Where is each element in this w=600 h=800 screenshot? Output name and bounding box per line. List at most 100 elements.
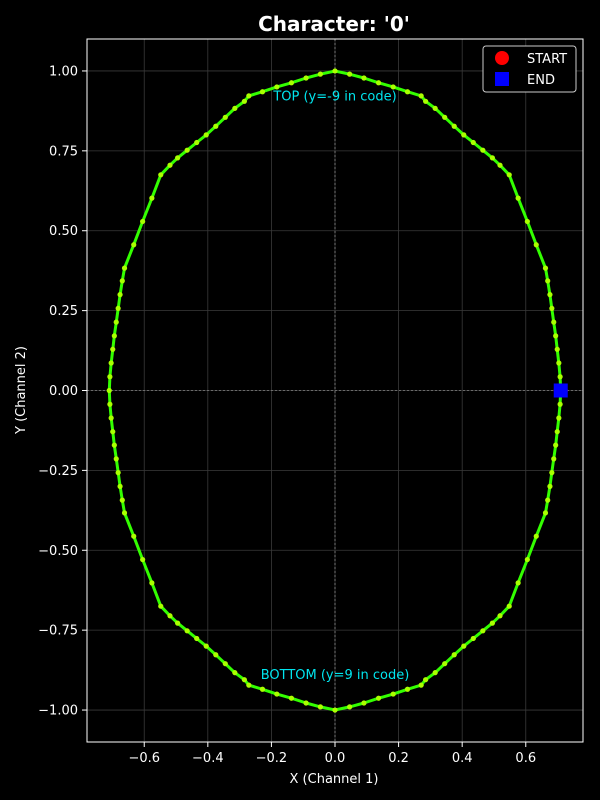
trajectory-point xyxy=(423,677,429,683)
trajectory-point xyxy=(497,162,503,168)
trajectory-point xyxy=(111,333,117,339)
trajectory-point xyxy=(288,695,295,701)
trajectory-point xyxy=(121,510,128,516)
trajectory-point xyxy=(115,305,121,311)
trajectory-point xyxy=(524,556,530,563)
trajectory-point xyxy=(113,456,119,462)
trajectory-point xyxy=(332,707,338,713)
trajectory-point xyxy=(556,415,562,421)
trajectory-point xyxy=(347,704,353,710)
trajectory-point xyxy=(375,80,382,86)
trajectory-point xyxy=(241,98,247,104)
trajectory-point xyxy=(547,483,553,489)
x-tick-label: 0.0 xyxy=(325,751,346,766)
trajectory-point xyxy=(203,643,209,649)
trajectory-point xyxy=(111,442,117,448)
trajectory-point xyxy=(222,661,228,667)
trajectory-point xyxy=(107,374,113,380)
bottom-annotation: BOTTOM (y=9 in code) xyxy=(261,668,410,683)
trajectory-point xyxy=(131,533,137,539)
y-tick-label: 1.00 xyxy=(49,64,78,79)
trajectory-point xyxy=(108,415,114,421)
trajectory-point xyxy=(121,265,128,271)
trajectory-point xyxy=(194,139,200,146)
x-tick-label: 0.2 xyxy=(388,751,409,766)
trajectory-point xyxy=(117,483,123,489)
trajectory-point xyxy=(213,652,219,658)
trajectory-point xyxy=(554,429,560,435)
trajectory-point xyxy=(515,195,521,201)
trajectory-point xyxy=(461,643,467,649)
chart-title: Character: '0' xyxy=(258,12,410,36)
trajectory-point xyxy=(347,71,353,77)
trajectory-point xyxy=(332,68,338,74)
trajectory-point xyxy=(167,613,173,619)
y-tick-label: −1.00 xyxy=(38,704,78,719)
trajectory-point xyxy=(418,682,424,688)
trajectory-point xyxy=(131,242,137,248)
y-tick-label: 0.00 xyxy=(49,384,78,399)
x-axis-label: X (Channel 1) xyxy=(290,772,379,787)
trajectory-point xyxy=(115,470,121,476)
end-marker xyxy=(553,383,568,398)
trajectory-point xyxy=(274,691,280,697)
trajectory-point xyxy=(241,677,247,683)
trajectory-point xyxy=(551,456,557,462)
trajectory-point xyxy=(442,661,448,667)
x-tick-label: −0.4 xyxy=(192,751,224,766)
y-axis-label: Y (Channel 2) xyxy=(14,346,29,435)
trajectory-point xyxy=(451,652,457,658)
trajectory-point xyxy=(110,429,116,435)
trajectory-point xyxy=(259,89,266,95)
trajectory-point xyxy=(184,147,190,153)
trajectory-point xyxy=(303,75,309,81)
trajectory-point xyxy=(506,172,512,178)
trajectory-point xyxy=(259,686,266,692)
y-tick-label: −0.75 xyxy=(38,624,78,639)
trajectory-point xyxy=(480,628,486,634)
y-tick-label: 0.75 xyxy=(49,144,78,159)
trajectory-point xyxy=(119,278,125,284)
legend-start-marker xyxy=(495,51,509,65)
x-tick-label: 0.4 xyxy=(452,751,473,766)
trajectory-point xyxy=(404,89,411,95)
trajectory-point xyxy=(303,700,309,706)
trajectory-point xyxy=(549,470,555,476)
chart-canvas: Character: '0' −0.6 −0.4 −0.2 0.0 0.2 0.4 0.6 1… xyxy=(0,0,600,800)
trajectory-point xyxy=(317,704,323,710)
trajectory-point xyxy=(232,105,238,111)
trajectory-point xyxy=(553,333,559,339)
trajectory-point xyxy=(554,346,560,352)
trajectory-point xyxy=(432,670,438,676)
trajectory-point xyxy=(533,242,539,248)
trajectory-point xyxy=(361,700,367,706)
trajectory-point xyxy=(119,497,125,503)
trajectory-point xyxy=(542,265,549,271)
trajectory-point xyxy=(470,139,476,146)
trajectory-point xyxy=(149,195,155,201)
trajectory-point xyxy=(451,123,457,129)
trajectory-point xyxy=(194,635,200,642)
top-annotation: TOP (y=-9 in code) xyxy=(272,90,396,105)
trajectory-point xyxy=(432,105,438,111)
trajectory-point xyxy=(107,401,113,407)
trajectory-point xyxy=(549,305,555,311)
trajectory-point xyxy=(533,533,539,539)
trajectory-point xyxy=(418,93,424,99)
trajectory-point xyxy=(480,147,486,153)
trajectory-point xyxy=(423,98,429,104)
trajectory-point xyxy=(158,172,164,178)
trajectory-point xyxy=(184,628,190,634)
trajectory-point xyxy=(489,620,495,626)
trajectory-point xyxy=(557,374,563,380)
legend-end-marker xyxy=(495,72,509,86)
x-tick-label: 0.6 xyxy=(515,751,536,766)
trajectory-point xyxy=(222,114,228,120)
trajectory-point xyxy=(108,360,114,366)
trajectory-point xyxy=(213,123,219,129)
trajectory-point xyxy=(167,162,173,168)
trajectory-point xyxy=(545,497,551,503)
trajectory-point xyxy=(524,218,530,225)
trajectory-point xyxy=(203,132,209,138)
trajectory-point xyxy=(149,580,155,586)
